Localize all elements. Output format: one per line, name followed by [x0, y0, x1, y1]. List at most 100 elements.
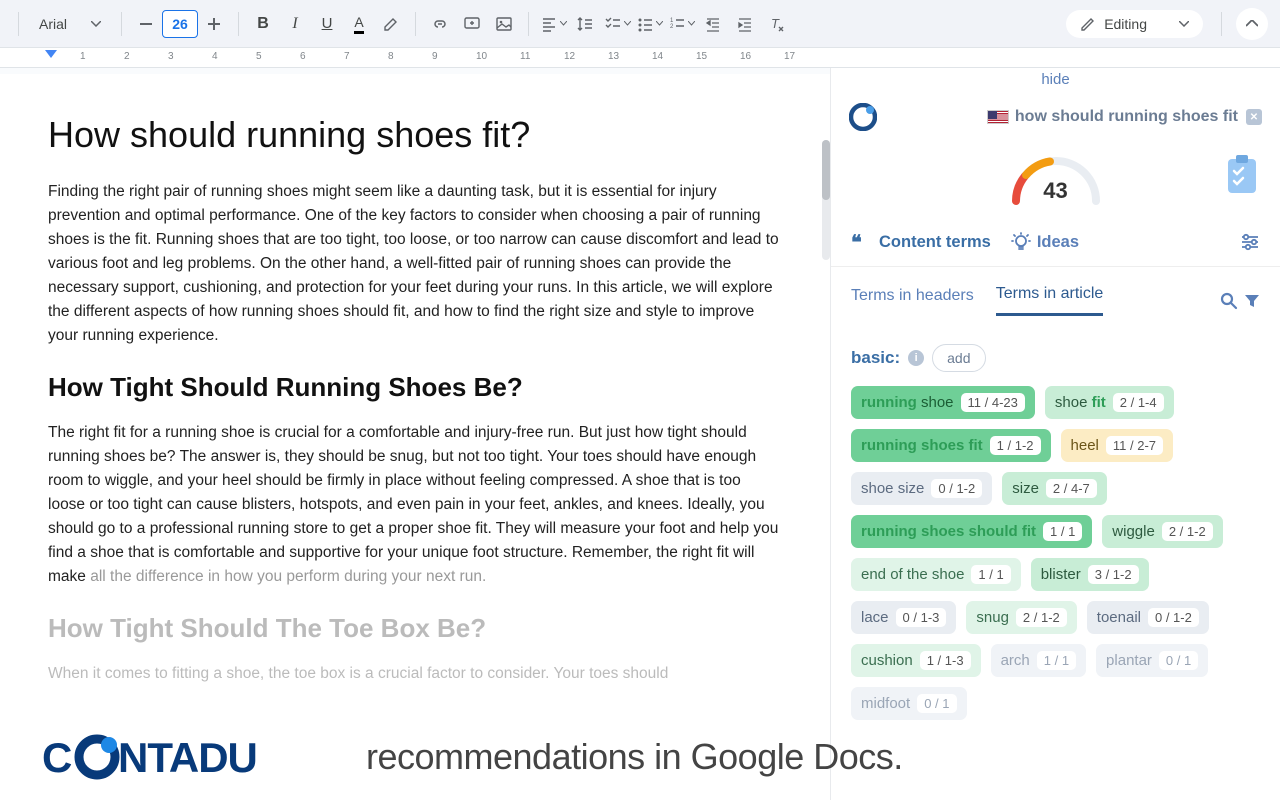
chevron-down-icon — [560, 21, 567, 26]
font-name-label: Arial — [39, 16, 67, 32]
term-text: lace — [861, 609, 889, 626]
ruler-mark: 8 — [388, 51, 394, 62]
term-pill[interactable]: wiggle2 / 1-2 — [1102, 515, 1222, 548]
clipboard-icon[interactable] — [1224, 153, 1260, 195]
text-color-button[interactable]: A — [345, 10, 373, 38]
lightbulb-icon — [1011, 232, 1031, 252]
ruler-mark: 13 — [608, 51, 619, 62]
keyword-display: how should running shoes fit ✕ — [987, 108, 1262, 126]
chevron-down-icon — [91, 21, 101, 27]
contadu-panel: hide how should running shoes fit ✕ 43 — [830, 68, 1280, 800]
section-label: basic: i add — [851, 344, 1260, 372]
bullet-list-button[interactable] — [635, 10, 663, 38]
indent-marker[interactable] — [45, 50, 57, 58]
svg-text:2: 2 — [670, 24, 674, 30]
ruler[interactable]: 1234567891011121314151617 — [0, 48, 1280, 68]
doc-title[interactable]: How should running shoes fit? — [48, 114, 782, 156]
line-spacing-button[interactable] — [571, 10, 599, 38]
term-count: 1 / 1 — [1037, 651, 1076, 670]
search-icon[interactable] — [1220, 292, 1238, 310]
outdent-button[interactable] — [699, 10, 727, 38]
hide-panel-link[interactable]: hide — [831, 68, 1280, 91]
underline-button[interactable]: U — [313, 10, 341, 38]
align-button[interactable] — [539, 10, 567, 38]
comment-button[interactable] — [458, 10, 486, 38]
term-pill[interactable]: end of the shoe1 / 1 — [851, 558, 1021, 591]
ruler-mark: 6 — [300, 51, 306, 62]
term-pill[interactable]: cushion1 / 1-3 — [851, 644, 981, 677]
close-keyword-button[interactable]: ✕ — [1246, 109, 1262, 125]
doc-paragraph[interactable]: Finding the right pair of running shoes … — [48, 180, 782, 348]
caption-overlay: C NTADU recommendations in Google Docs. — [42, 734, 1240, 780]
document-canvas[interactable]: How should running shoes fit? Finding th… — [0, 74, 830, 800]
tab-ideas[interactable]: Ideas — [1011, 232, 1079, 266]
image-button[interactable] — [490, 10, 518, 38]
checklist-button[interactable] — [603, 10, 631, 38]
chevron-down-icon — [656, 21, 663, 26]
subtab-terms-article[interactable]: Terms in article — [996, 285, 1104, 316]
flag-us-icon — [987, 110, 1009, 124]
term-text: plantar — [1106, 652, 1152, 669]
doc-paragraph[interactable]: When it comes to fitting a shoe, the toe… — [48, 662, 782, 686]
term-text: running shoes should fit — [861, 523, 1036, 540]
ruler-mark: 17 — [784, 51, 795, 62]
separator — [121, 12, 122, 36]
svg-text:NTADU: NTADU — [118, 734, 257, 780]
add-term-button[interactable]: add — [932, 344, 985, 372]
term-pill[interactable]: heel11 / 2-7 — [1061, 429, 1173, 462]
collapse-toolbar-button[interactable] — [1236, 8, 1268, 40]
term-pill[interactable]: size2 / 4-7 — [1002, 472, 1107, 505]
numbered-list-button[interactable]: 12 — [667, 10, 695, 38]
indent-button[interactable] — [731, 10, 759, 38]
font-size-increase[interactable] — [200, 10, 228, 38]
term-pill[interactable]: arch 1 / 1 — [991, 644, 1086, 677]
editing-label: Editing — [1104, 16, 1147, 32]
font-family-select[interactable]: Arial — [29, 8, 111, 40]
separator — [18, 12, 19, 36]
ruler-mark: 7 — [344, 51, 350, 62]
term-pill[interactable]: running shoe11 / 4-23 — [851, 386, 1035, 419]
clear-formatting-button[interactable]: T — [763, 10, 791, 38]
bold-button[interactable]: B — [249, 10, 277, 38]
italic-button[interactable]: I — [281, 10, 309, 38]
ruler-mark: 3 — [168, 51, 174, 62]
subtab-terms-headers[interactable]: Terms in headers — [851, 287, 974, 315]
editing-mode-select[interactable]: Editing — [1066, 10, 1203, 38]
filter-icon[interactable] — [1244, 293, 1260, 309]
font-size-input[interactable] — [162, 10, 198, 38]
term-count: 11 / 4-23 — [961, 393, 1025, 412]
svg-text:C: C — [42, 734, 72, 780]
term-pill[interactable]: running shoes should fit 1 / 1 — [851, 515, 1092, 548]
term-pill[interactable]: snug2 / 1-2 — [966, 601, 1076, 634]
term-pill[interactable]: blister3 / 1-2 — [1031, 558, 1149, 591]
term-pill[interactable]: running shoes fit1 / 1-2 — [851, 429, 1051, 462]
doc-heading-2[interactable]: How Tight Should Running Shoes Be? — [48, 372, 782, 403]
ruler-mark: 1 — [80, 51, 86, 62]
term-text: midfoot — [861, 695, 910, 712]
term-pill[interactable]: shoe size0 / 1-2 — [851, 472, 992, 505]
doc-heading-2[interactable]: How Tight Should The Toe Box Be? — [48, 613, 782, 644]
tab-content-terms[interactable]: ❝ Content terms — [851, 233, 991, 266]
doc-paragraph[interactable]: The right fit for a running shoe is cruc… — [48, 421, 782, 589]
term-text: shoe size — [861, 480, 924, 497]
scrollbar[interactable] — [822, 140, 830, 260]
highlight-button[interactable] — [377, 10, 405, 38]
term-pill[interactable]: lace0 / 1-3 — [851, 601, 956, 634]
term-count: 0 / 1 — [917, 694, 956, 713]
term-text: running shoes fit — [861, 437, 983, 454]
ruler-mark: 2 — [124, 51, 130, 62]
term-pill[interactable]: toenail0 / 1-2 — [1087, 601, 1209, 634]
term-text: cushion — [861, 652, 913, 669]
term-text: heel — [1071, 437, 1099, 454]
term-pill[interactable]: plantar0 / 1 — [1096, 644, 1208, 677]
term-count: 1 / 1 — [1043, 522, 1082, 541]
term-pill[interactable]: shoe fit2 / 1-4 — [1045, 386, 1174, 419]
info-icon[interactable]: i — [908, 350, 924, 366]
term-pill[interactable]: midfoot 0 / 1 — [851, 687, 967, 720]
main-area: How should running shoes fit? Finding th… — [0, 68, 1280, 800]
link-button[interactable] — [426, 10, 454, 38]
term-text: arch — [1001, 652, 1030, 669]
font-size-decrease[interactable] — [132, 10, 160, 38]
scrollbar-thumb[interactable] — [822, 140, 830, 200]
settings-button[interactable] — [1240, 233, 1260, 265]
